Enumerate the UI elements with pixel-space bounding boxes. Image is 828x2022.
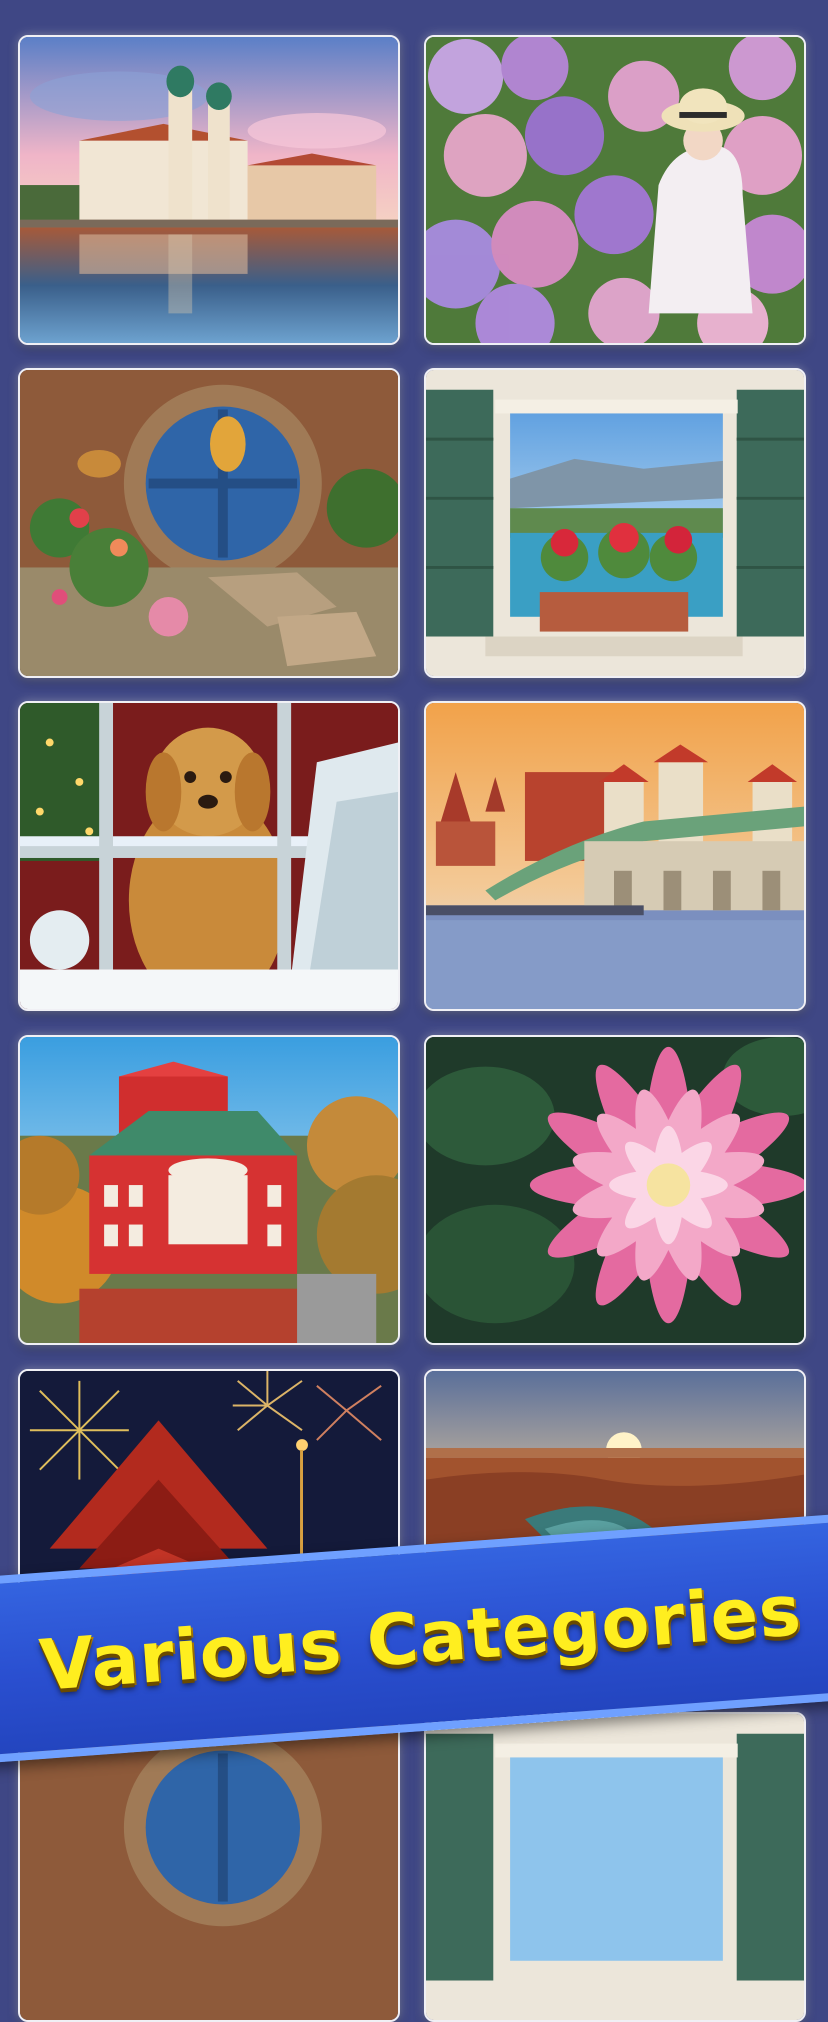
puzzle-tile-pink-dahlia[interactable] <box>424 1035 806 1345</box>
puzzle-tile-red-theatre[interactable] <box>18 1035 400 1345</box>
puzzle-tile-window-sea[interactable] <box>424 368 806 678</box>
banner-ribbon: Various Categories <box>0 1512 828 1764</box>
puzzle-tile-round-door[interactable] <box>18 368 400 678</box>
puzzle-tile-window-sea-2[interactable] <box>424 1712 806 2022</box>
banner-title: Various Categories <box>36 1569 805 1707</box>
puzzle-tile-hydrangea-girl[interactable] <box>424 35 806 345</box>
puzzle-tile-puppy-christmas[interactable] <box>18 701 400 1011</box>
puzzle-tile-lakeside-church[interactable] <box>18 35 400 345</box>
puzzle-tile-castle-bridge[interactable] <box>424 701 806 1011</box>
